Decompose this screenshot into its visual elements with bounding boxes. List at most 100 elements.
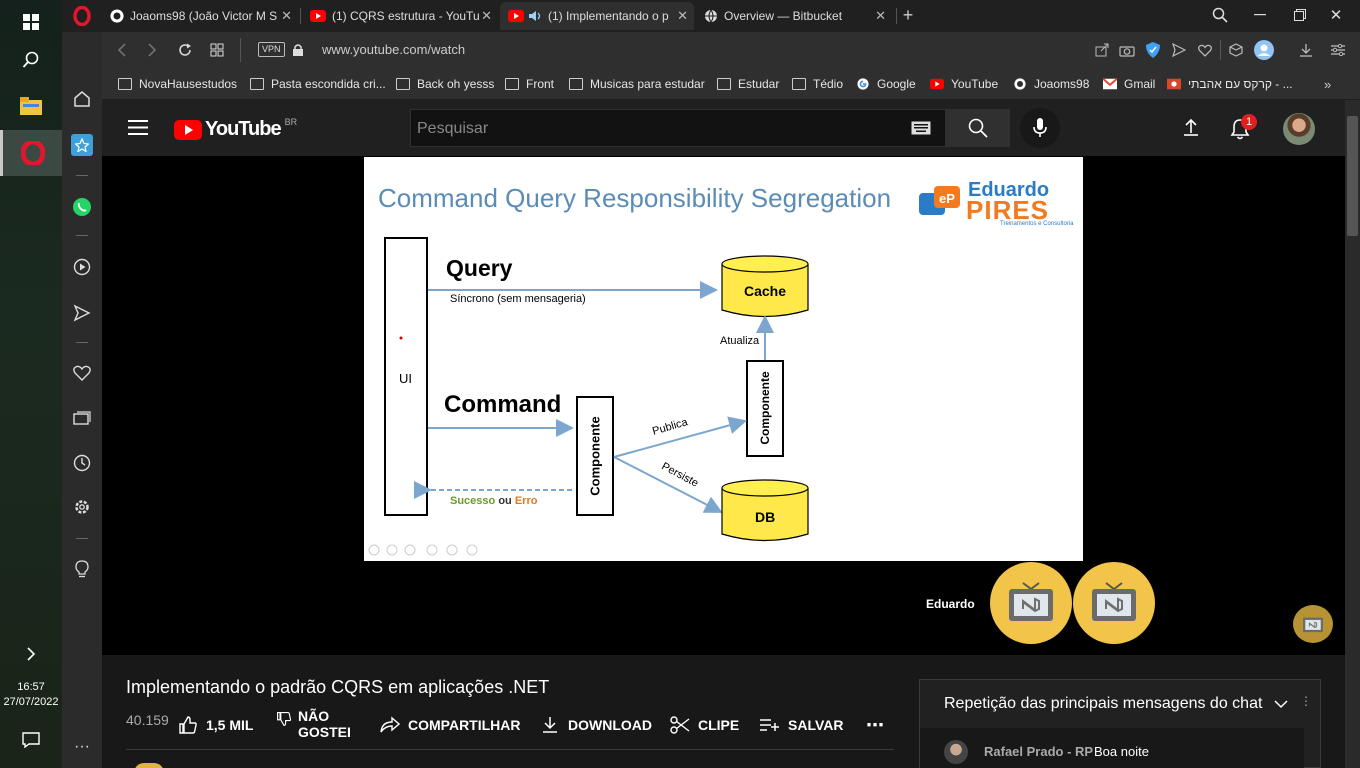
speed-dial-icon[interactable] bbox=[62, 130, 102, 160]
bookmark-folder[interactable]: NovaHausestudos bbox=[118, 76, 237, 92]
url-text[interactable]: www.youtube.com/watch bbox=[322, 42, 465, 57]
taskbar-clock[interactable]: 16:57 27/07/2022 bbox=[0, 680, 62, 710]
tab-github[interactable]: Joaoms98 (João Victor M S ✕ bbox=[102, 2, 298, 30]
componente-center-label: Componente bbox=[587, 416, 603, 496]
share-arrow-icon bbox=[380, 716, 400, 733]
bookmark-github[interactable]: Joaoms98 bbox=[1013, 76, 1089, 92]
bookmark-label: Google bbox=[877, 77, 916, 91]
atualiza-label: Atualiza bbox=[720, 335, 760, 347]
youtube-icon bbox=[930, 78, 944, 90]
profile-avatar-icon[interactable] bbox=[1254, 40, 1274, 60]
shield-icon[interactable] bbox=[1143, 40, 1163, 60]
more-dots-icon[interactable]: ··· bbox=[62, 732, 102, 762]
hamburger-menu-icon[interactable] bbox=[128, 120, 148, 140]
user-avatar[interactable] bbox=[1283, 113, 1315, 145]
more-actions-icon[interactable]: ⋯ bbox=[866, 715, 884, 735]
minimize-icon[interactable] bbox=[1250, 5, 1270, 25]
keyboard-icon[interactable] bbox=[911, 121, 931, 140]
notification-center-icon[interactable] bbox=[0, 718, 62, 762]
new-tab-plus-icon[interactable]: + bbox=[898, 5, 918, 25]
chat-author-name: Rafael Prado - RP bbox=[984, 744, 1094, 759]
thumbs-down-icon bbox=[277, 712, 292, 726]
like-button[interactable]: 1,5 MIL bbox=[178, 715, 253, 735]
bookmark-folder[interactable]: Estudar bbox=[717, 76, 779, 92]
github-icon bbox=[1014, 78, 1026, 90]
close-window-icon[interactable]: ✕ bbox=[1326, 5, 1346, 25]
search-input[interactable]: Pesquisar bbox=[417, 120, 488, 138]
settings-gear-icon[interactable] bbox=[62, 492, 102, 522]
more-bookmarks-icon[interactable]: » bbox=[1324, 76, 1331, 92]
channel-avatar[interactable] bbox=[134, 763, 164, 768]
reload-icon[interactable] bbox=[175, 40, 195, 60]
chat-header: Repetição das principais mensagens do ch… bbox=[944, 695, 1263, 712]
tab-bitbucket[interactable]: Overview — Bitbucket ✕ bbox=[696, 2, 892, 30]
bookmark-folder[interactable]: Tédio bbox=[792, 76, 843, 92]
search-button[interactable] bbox=[946, 109, 1010, 147]
tabs-icon[interactable] bbox=[62, 404, 102, 434]
video-player[interactable]: eP Command Query Responsibility Segregat… bbox=[102, 156, 1345, 655]
restore-icon[interactable] bbox=[1290, 5, 1310, 25]
vpn-badge[interactable]: VPN bbox=[258, 42, 285, 57]
share-page-icon[interactable] bbox=[1092, 40, 1112, 60]
chevron-down-icon[interactable] bbox=[1274, 696, 1288, 714]
search-box[interactable]: Pesquisar bbox=[410, 109, 946, 147]
participant-tile-icon[interactable] bbox=[1073, 562, 1155, 644]
bookmark-youtube[interactable]: YouTube bbox=[930, 76, 998, 92]
bookmark-folder[interactable]: Pasta escondida cri... bbox=[250, 76, 386, 92]
close-icon[interactable]: ✕ bbox=[875, 8, 886, 24]
dislike-line-1: NÃO bbox=[298, 708, 330, 724]
small-participant-icon[interactable] bbox=[1293, 605, 1333, 643]
cube-extension-icon[interactable] bbox=[1226, 40, 1246, 60]
download-icon[interactable] bbox=[1296, 40, 1316, 60]
close-icon[interactable]: ✕ bbox=[677, 8, 688, 24]
save-button[interactable]: SALVAR bbox=[760, 715, 843, 735]
download-button[interactable]: DOWNLOAD bbox=[542, 715, 652, 735]
chat-author-avatar[interactable] bbox=[944, 740, 968, 764]
bookmark-folder[interactable]: Musicas para estudar bbox=[569, 76, 705, 92]
clip-button[interactable]: CLIPE bbox=[670, 715, 739, 735]
whatsapp-icon[interactable] bbox=[62, 192, 102, 222]
dislike-button[interactable]: NÃO GOSTEI bbox=[276, 707, 351, 741]
bookmark-google[interactable]: Google bbox=[856, 76, 916, 92]
search-icon[interactable] bbox=[0, 38, 62, 82]
bookmark-hebrew-site[interactable]: קרקס עם אהבתי - ... bbox=[1167, 76, 1293, 92]
bookmark-label: Pasta escondida cri... bbox=[271, 77, 386, 91]
page-scrollbar[interactable] bbox=[1345, 100, 1360, 768]
lock-icon[interactable] bbox=[288, 40, 308, 60]
close-icon[interactable]: ✕ bbox=[281, 8, 292, 24]
player-icon[interactable] bbox=[62, 252, 102, 282]
easy-setup-icon[interactable] bbox=[1328, 40, 1348, 60]
opera-taskbar-icon[interactable] bbox=[0, 130, 62, 176]
chat-menu-icon[interactable]: ⋮ bbox=[1300, 694, 1312, 708]
tab-search-icon[interactable] bbox=[1210, 5, 1230, 25]
home-icon[interactable] bbox=[62, 84, 102, 114]
voice-search-button[interactable] bbox=[1020, 108, 1060, 148]
bookmark-heart-icon[interactable] bbox=[1195, 40, 1215, 60]
send-icon[interactable] bbox=[62, 298, 102, 328]
bookmark-folder[interactable]: Back oh yesss bbox=[396, 76, 494, 92]
bookmark-folder[interactable]: Front bbox=[505, 76, 554, 92]
send-page-icon[interactable] bbox=[1169, 40, 1189, 60]
share-button[interactable]: COMPARTILHAR bbox=[380, 715, 521, 735]
tab-cqrs-estrutura[interactable]: (1) CQRS estrutura - YouTu ✕ bbox=[302, 2, 498, 30]
speaker-icon[interactable] bbox=[528, 10, 542, 22]
camera-icon[interactable] bbox=[1117, 40, 1137, 60]
back-icon[interactable] bbox=[112, 40, 132, 60]
heart-icon[interactable] bbox=[62, 358, 102, 388]
forward-icon[interactable] bbox=[142, 40, 162, 60]
grid-tabs-icon[interactable] bbox=[207, 40, 227, 60]
lightbulb-icon[interactable] bbox=[62, 554, 102, 584]
notifications-bell-icon[interactable]: 1 bbox=[1230, 114, 1257, 145]
folder-icon bbox=[118, 78, 132, 90]
scrollbar-thumb[interactable] bbox=[1347, 116, 1358, 236]
youtube-header: YouTube BR Pesquisar 1 bbox=[102, 100, 1345, 156]
bookmark-gmail[interactable]: Gmail bbox=[1103, 76, 1155, 92]
file-explorer-icon[interactable] bbox=[0, 84, 62, 128]
youtube-logo[interactable]: YouTube BR bbox=[174, 117, 297, 141]
upload-icon[interactable] bbox=[1183, 118, 1199, 141]
tab-implementando[interactable]: (1) Implementando o p ✕ bbox=[500, 2, 694, 30]
participant-tile-icon[interactable] bbox=[990, 562, 1072, 644]
close-icon[interactable]: ✕ bbox=[481, 8, 492, 24]
history-icon[interactable] bbox=[62, 448, 102, 478]
chevron-right-icon[interactable] bbox=[0, 632, 62, 676]
